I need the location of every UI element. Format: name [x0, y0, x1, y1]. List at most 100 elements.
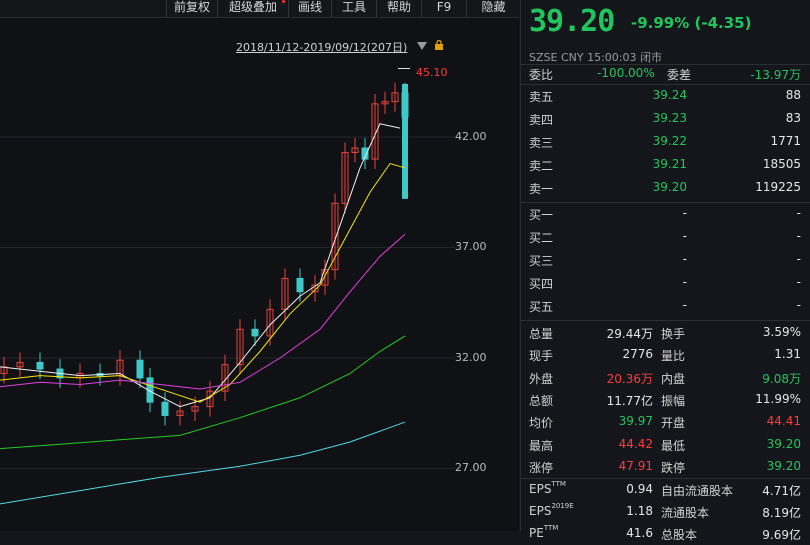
fin-label: PETTM [529, 524, 558, 540]
bid-level-label: 买五 [529, 300, 554, 314]
ask-level-label: 卖二 [529, 159, 554, 173]
toolbar-label: 隐藏 [481, 0, 506, 14]
stat-value: 29.44万 [606, 327, 653, 341]
quote-panel: 39.20 -9.99% (-4.35) SZSE CNY 15:00:03 闭… [520, 0, 810, 542]
order-ratio-label: 委比 [529, 68, 554, 82]
order-diff-value: -13.97万 [750, 68, 801, 82]
stats-row: 均价 39.97 开盘 44.41 [521, 411, 810, 433]
toolbar-forward-adjust-button[interactable]: 前复权 [166, 0, 217, 17]
notification-dot-icon [282, 0, 285, 3]
bid-row: 买四 - - [521, 272, 810, 294]
toolbar-tools-button[interactable]: 工具 [331, 0, 376, 17]
ask-row: 卖四 39.23 83 [521, 108, 810, 130]
bid-level-label: 买二 [529, 231, 554, 245]
toolbar-draw-line-button[interactable]: 画线 [288, 0, 331, 17]
toolbar-label: F9 [436, 0, 452, 14]
fin-label-text: EPS [529, 482, 552, 496]
fin-value: 9.69亿 [762, 528, 801, 542]
fin-label-sup: TTM [551, 480, 566, 488]
ask-row: 卖五 39.24 88 [521, 85, 810, 107]
toolbar-hide-button[interactable]: 隐藏 [466, 0, 520, 17]
high-price-marker: 45.10 [416, 66, 448, 79]
fin-label: 自由流通股本 [661, 484, 734, 498]
stat-value: 11.77亿 [606, 393, 653, 408]
stat-value: 20.36万 [606, 371, 653, 386]
stat-label: 总额 [529, 393, 554, 408]
stat-label: 现手 [529, 349, 554, 364]
bid-price: - [682, 206, 687, 220]
fin-value: 8.19亿 [762, 506, 801, 520]
fin-label-text: EPS [529, 504, 552, 518]
ask-volume: 88 [785, 88, 801, 102]
toolbar-super-overlay-button[interactable]: 超级叠加 [217, 0, 288, 17]
bid-row: 买三 - - [521, 249, 810, 271]
stat-label: 内盘 [661, 371, 686, 386]
stats-row: 总量 29.44万 换手 3.59% [521, 322, 810, 344]
ask-price: 39.24 [652, 88, 687, 102]
fin-label: EPSTTM [529, 480, 566, 496]
candle-body [296, 277, 304, 293]
y-axis-tick-label: 42.00 [455, 130, 487, 143]
toolbar-label: 前复权 [173, 0, 210, 14]
kline-chart-panel[interactable]: 前复权 超级叠加 画线 工具 帮助 F9 隐藏 2018/11/12-2019/… [0, 0, 519, 531]
candle-body-last [402, 83, 408, 199]
bid-volume: - [796, 206, 801, 220]
chart-toolbar: 前复权 超级叠加 画线 工具 帮助 F9 隐藏 [0, 0, 519, 18]
toolbar-label: 画线 [297, 0, 322, 14]
stat-label: 最高 [529, 438, 554, 453]
stat-label: 外盘 [529, 371, 554, 386]
stats-row: 涨停 47.91 跌停 39.20 [521, 456, 810, 478]
y-axis-tick-label: 32.00 [455, 351, 487, 364]
ma60-line [0, 335, 406, 450]
stats-row: 最高 44.42 最低 39.20 [521, 434, 810, 456]
ask-volume: 119225 [755, 180, 801, 194]
range-dropdown-icon[interactable] [417, 42, 427, 50]
candlestick-plot[interactable] [0, 55, 519, 531]
stat-label: 量比 [661, 349, 686, 364]
price-change: -9.99% (-4.35) [631, 14, 752, 32]
stat-label: 开盘 [661, 416, 686, 431]
order-diff-label: 委差 [667, 68, 692, 82]
bid-level-label: 买一 [529, 208, 554, 222]
fin-value: 1.18 [626, 504, 653, 518]
ma120-line [0, 421, 406, 505]
bid-volume: - [796, 298, 801, 312]
stat-label: 涨停 [529, 460, 554, 475]
stat-label: 换手 [661, 327, 686, 341]
toolbar-label: 超级叠加 [228, 0, 277, 14]
order-ratio-value: -100.00% [597, 66, 655, 80]
ask-price: 39.23 [652, 111, 687, 125]
ask-volume: 1771 [770, 134, 801, 148]
ma20-line [0, 233, 406, 390]
stat-label: 跌停 [661, 460, 686, 475]
y-axis-tick-label: 27.00 [455, 461, 487, 474]
stat-value: 39.20 [766, 436, 801, 451]
ask-level-label: 卖三 [529, 136, 554, 150]
bid-price: - [682, 229, 687, 243]
financial-row: PETTM 41.6 总股本 9.69亿 [521, 523, 810, 545]
bid-volume: - [796, 229, 801, 243]
lock-icon[interactable] [434, 40, 444, 50]
last-price: 39.20 [529, 4, 615, 39]
stat-value: 2776 [622, 347, 653, 362]
toolbar-label: 帮助 [386, 0, 411, 14]
stat-value: 39.20 [766, 458, 801, 473]
financial-row: EPSTTM 0.94 自由流通股本 4.71亿 [521, 479, 810, 501]
ask-level-label: 卖四 [529, 113, 554, 127]
bid-price: - [682, 252, 687, 266]
order-ratio-row: 委比 -100.00% 委差 -13.97万 [521, 63, 810, 85]
candle-body [136, 359, 144, 379]
bid-row: 买五 - - [521, 295, 810, 317]
toolbar-help-button[interactable]: 帮助 [376, 0, 421, 17]
stat-value: 3.59% [762, 325, 801, 339]
stat-value: 39.97 [618, 414, 653, 429]
fin-label: 流通股本 [661, 506, 710, 520]
toolbar-f9-button[interactable]: F9 [421, 0, 466, 17]
date-range-selector[interactable]: 2018/11/12-2019/09/12(207日) [236, 39, 407, 55]
fin-value: 4.71亿 [762, 484, 801, 498]
stat-value: 44.42 [618, 436, 653, 451]
fin-label-sup: 2019E [551, 502, 574, 510]
fin-value: 41.6 [626, 526, 653, 540]
bid-level-label: 买四 [529, 277, 554, 291]
bid-volume: - [796, 252, 801, 266]
